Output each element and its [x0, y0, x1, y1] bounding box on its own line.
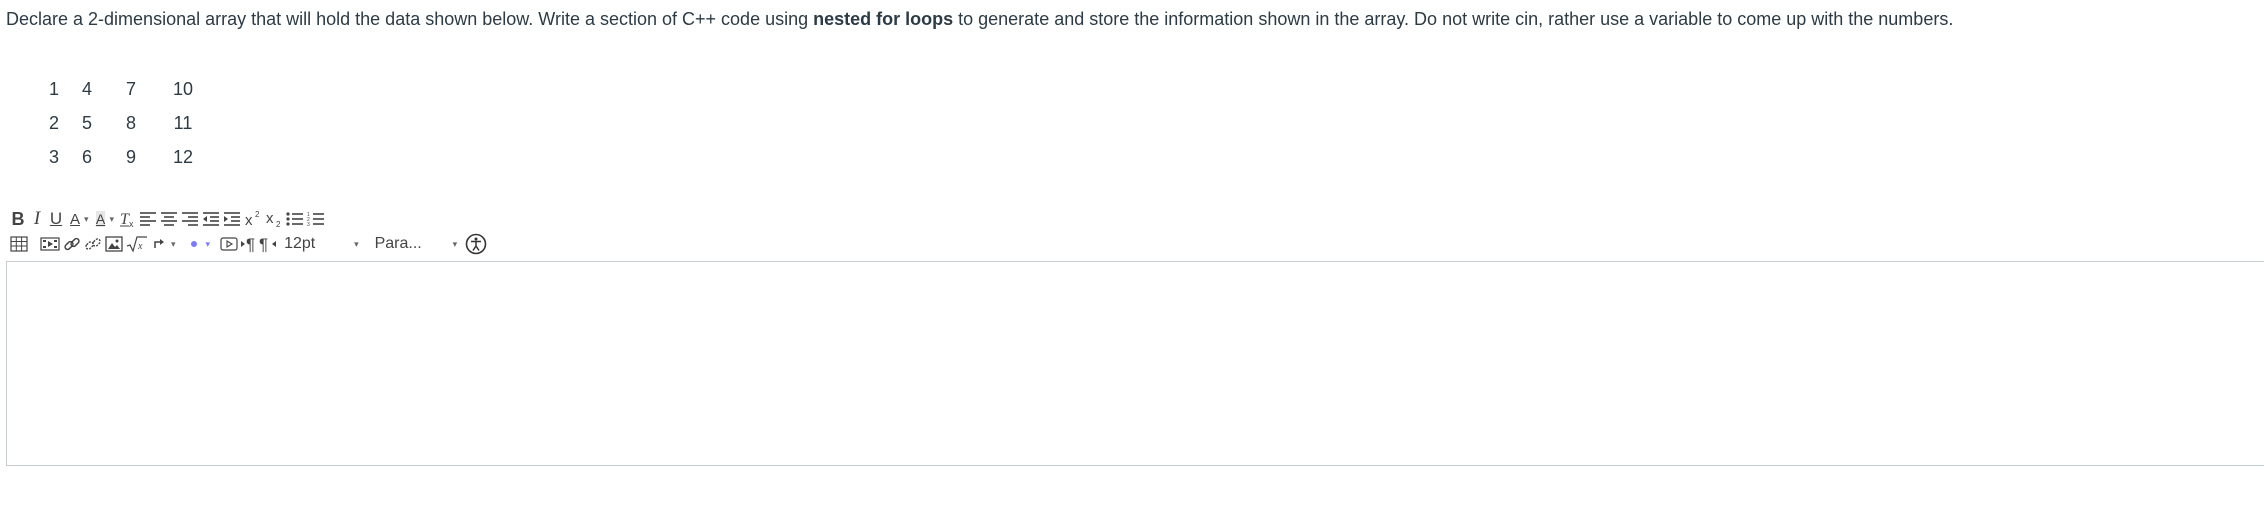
superscript-button[interactable]: x2 — [244, 208, 262, 230]
accessibility-checker-button[interactable] — [465, 233, 487, 255]
clear-formatting-icon: Tx — [120, 211, 134, 228]
subscript-icon: x2 — [266, 210, 281, 228]
text-color-button[interactable]: A — [67, 208, 83, 230]
array-row: 1 4 7 10 — [42, 72, 212, 106]
embed-media-icon — [220, 237, 238, 251]
bold-button[interactable]: B — [10, 208, 26, 230]
rtl-button[interactable]: ¶ — [259, 233, 277, 255]
superscript-icon: x2 — [245, 210, 260, 228]
numbered-list-button[interactable]: 123 — [307, 208, 325, 230]
subscript-button[interactable]: x2 — [265, 208, 283, 230]
embed-media-button[interactable] — [220, 233, 238, 255]
rich-text-editor[interactable] — [6, 261, 2264, 466]
unlink-icon — [85, 238, 101, 250]
paragraph-format-select[interactable]: Para... — [375, 235, 453, 253]
media-icon — [40, 237, 60, 251]
array-cell: 5 — [81, 112, 92, 133]
ltr-icon: ¶ — [241, 235, 255, 253]
font-size-select[interactable]: 12pt — [284, 235, 354, 253]
array-row: 2 5 8 11 — [42, 106, 212, 140]
link-icon — [64, 237, 80, 251]
align-right-button[interactable] — [181, 208, 199, 230]
unlink-button[interactable] — [84, 233, 102, 255]
lti-tool-button[interactable] — [151, 233, 167, 255]
chevron-down-icon[interactable]: ▾ — [453, 239, 458, 250]
bullet-list-button[interactable] — [286, 208, 304, 230]
image-icon — [105, 236, 123, 252]
clear-formatting-button[interactable]: Tx — [118, 208, 136, 230]
indent-button[interactable] — [223, 208, 241, 230]
background-color-icon: A — [95, 211, 106, 227]
lti-tool-icon — [154, 239, 164, 248]
text-color-icon: A — [69, 210, 80, 228]
background-color-button[interactable]: A — [93, 208, 109, 230]
outdent-button[interactable] — [202, 208, 220, 230]
question-text: Declare a 2-dimensional array that will … — [6, 8, 1953, 30]
chevron-down-icon[interactable]: ▾ — [171, 239, 176, 250]
question-text-emphasis: nested for loops — [813, 9, 954, 29]
align-left-button[interactable] — [139, 208, 157, 230]
table-icon — [10, 236, 28, 252]
question-text-rest: to generate and store the information sh… — [953, 9, 1954, 29]
array-cell: 12 — [172, 146, 194, 167]
array-cell: 1 — [48, 78, 59, 99]
svg-text:¶: ¶ — [259, 235, 268, 253]
array-cell: 7 — [125, 78, 136, 99]
svg-text:x: x — [129, 219, 134, 228]
equation-icon: x — [126, 236, 147, 253]
align-center-button[interactable] — [160, 208, 178, 230]
media-button[interactable] — [40, 233, 60, 255]
align-center-icon — [161, 212, 178, 226]
indent-icon — [224, 212, 241, 226]
editor-toolbar-row-1: B I U A ▾ A ▾ Tx x2 x2 123 — [10, 207, 810, 231]
array-table: 1 4 7 10 2 5 8 11 3 6 9 12 — [42, 72, 212, 174]
array-cell: 4 — [81, 78, 92, 99]
svg-text:3: 3 — [307, 222, 310, 227]
bullet-list-icon — [286, 212, 304, 226]
array-cell: 8 — [125, 112, 136, 133]
equation-button[interactable]: x — [126, 233, 148, 255]
record-media-icon — [190, 241, 197, 247]
chevron-down-icon[interactable]: ▾ — [84, 214, 89, 225]
svg-text:2: 2 — [255, 210, 260, 219]
ltr-button[interactable]: ¶ — [241, 233, 257, 255]
svg-text:¶: ¶ — [246, 235, 255, 253]
svg-text:x: x — [137, 241, 143, 252]
array-row: 3 6 9 12 — [42, 140, 212, 174]
array-cell: 6 — [81, 146, 92, 167]
outdent-icon — [203, 212, 220, 226]
italic-icon: I — [33, 208, 41, 229]
accessibility-checker-icon — [465, 233, 487, 255]
record-media-button[interactable] — [186, 233, 202, 255]
align-left-icon — [140, 212, 157, 226]
underline-icon: U — [49, 209, 63, 228]
rtl-icon: ¶ — [259, 235, 277, 253]
array-cell: 3 — [48, 146, 59, 167]
chevron-down-icon[interactable]: ▾ — [354, 239, 359, 250]
italic-button[interactable]: I — [29, 208, 45, 230]
table-button[interactable] — [10, 233, 28, 255]
array-cell: 9 — [125, 146, 136, 167]
svg-text:x: x — [266, 210, 274, 227]
numbered-list-icon: 123 — [307, 212, 325, 227]
svg-text:x: x — [245, 212, 253, 228]
svg-text:2: 2 — [276, 220, 281, 228]
editor-toolbar-row-2: x ▾ ▾ ¶ ¶ 12pt ▾ Para... ▾ — [10, 232, 810, 256]
chevron-down-icon[interactable]: ▾ — [110, 214, 115, 225]
array-cell: 11 — [173, 112, 193, 133]
array-cell: 2 — [48, 112, 59, 133]
image-button[interactable] — [105, 233, 123, 255]
chevron-down-icon[interactable]: ▾ — [206, 239, 211, 250]
align-right-icon — [182, 212, 199, 226]
link-button[interactable] — [63, 233, 81, 255]
question-text-intro: Declare a 2-dimensional array that will … — [6, 9, 814, 29]
bold-icon: B — [11, 208, 25, 229]
underline-button[interactable]: U — [48, 208, 64, 230]
array-cell: 10 — [172, 78, 194, 99]
